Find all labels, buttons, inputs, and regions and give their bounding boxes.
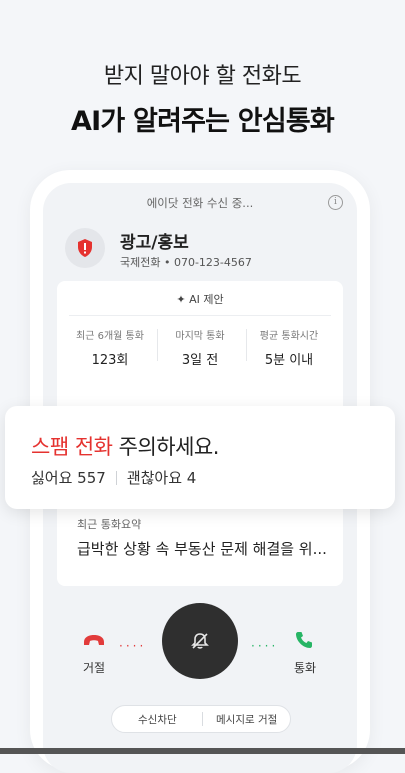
stat-last-call: 마지막 통화 3일 전 <box>155 327 245 368</box>
call-status: 에이닷 전화 수신 중... <box>146 196 254 210</box>
swipe-handle-button[interactable] <box>162 603 238 679</box>
dislike-count[interactable]: 싫어요 557 <box>31 469 106 487</box>
reject-swipe-dots: ···· <box>119 639 147 653</box>
stat-value: 3일 전 <box>181 353 219 368</box>
mute-bell-icon <box>191 633 209 649</box>
accept-swipe-dots: ···· <box>251 639 279 653</box>
summary-text: 급박한 상황 속 부동산 문제 해결을 위... <box>77 540 327 558</box>
alert-title-rest: 주의하세요. <box>112 435 220 459</box>
info-icon[interactable]: i <box>328 195 343 210</box>
alert-title-highlight: 스팸 전화 <box>31 435 113 459</box>
stat-value: 5분 이내 <box>264 353 314 368</box>
headline-line1: 받지 말아야 할 전화도 <box>103 64 302 89</box>
accept-label[interactable]: 통화 <box>294 659 316 676</box>
summary-label: 최근 통화요약 <box>77 518 142 531</box>
spam-alert-card: 스팸 전화 주의하세요. 싫어요 557 괜찮아요 4 <box>5 406 395 509</box>
bottom-action-pill: 수신차단 메시지로 거절 <box>111 705 291 733</box>
ai-suggestion-title: ✦ AI 제안 <box>176 293 224 306</box>
shield-alert-icon <box>78 239 92 257</box>
headline-line2: AI가 알려주는 안심통화 <box>71 106 335 137</box>
stat-value: 123회 <box>91 353 129 368</box>
ai-suggestion-card: ✦ AI 제안 최근 6개월 통화 123회 마지막 통화 3일 전 평균 통화… <box>57 281 343 421</box>
divider <box>115 471 117 485</box>
block-call-button[interactable]: 수신차단 <box>138 712 177 727</box>
caller-name: 광고/홍보 <box>120 233 189 253</box>
call-summary-card[interactable]: 최근 통화요약 급박한 상황 속 부동산 문제 해결을 위... <box>57 501 343 586</box>
alert-title: 스팸 전화 주의하세요. <box>31 431 219 461</box>
bottom-edge-bar <box>0 748 405 754</box>
alert-feedback: 싫어요 557 괜찮아요 4 <box>31 467 196 488</box>
reject-call-icon[interactable] <box>83 633 105 647</box>
stat-label: 최근 6개월 통화 <box>76 331 144 342</box>
ok-count[interactable]: 괜찮아요 4 <box>127 469 197 487</box>
reject-label[interactable]: 거절 <box>83 659 105 676</box>
stat-label: 평균 통화시간 <box>259 331 319 342</box>
divider <box>202 712 203 726</box>
divider <box>69 315 331 316</box>
stat-avg-duration: 평균 통화시간 5분 이내 <box>244 327 334 368</box>
caller-avatar <box>65 228 105 268</box>
caller-number: 국제전화 • 070-123-4567 <box>120 256 252 269</box>
accept-call-icon[interactable] <box>295 631 313 649</box>
stat-recent-calls: 최근 6개월 통화 123회 <box>65 327 155 368</box>
message-reject-button[interactable]: 메시지로 거절 <box>216 712 277 727</box>
stat-label: 마지막 통화 <box>175 331 225 342</box>
